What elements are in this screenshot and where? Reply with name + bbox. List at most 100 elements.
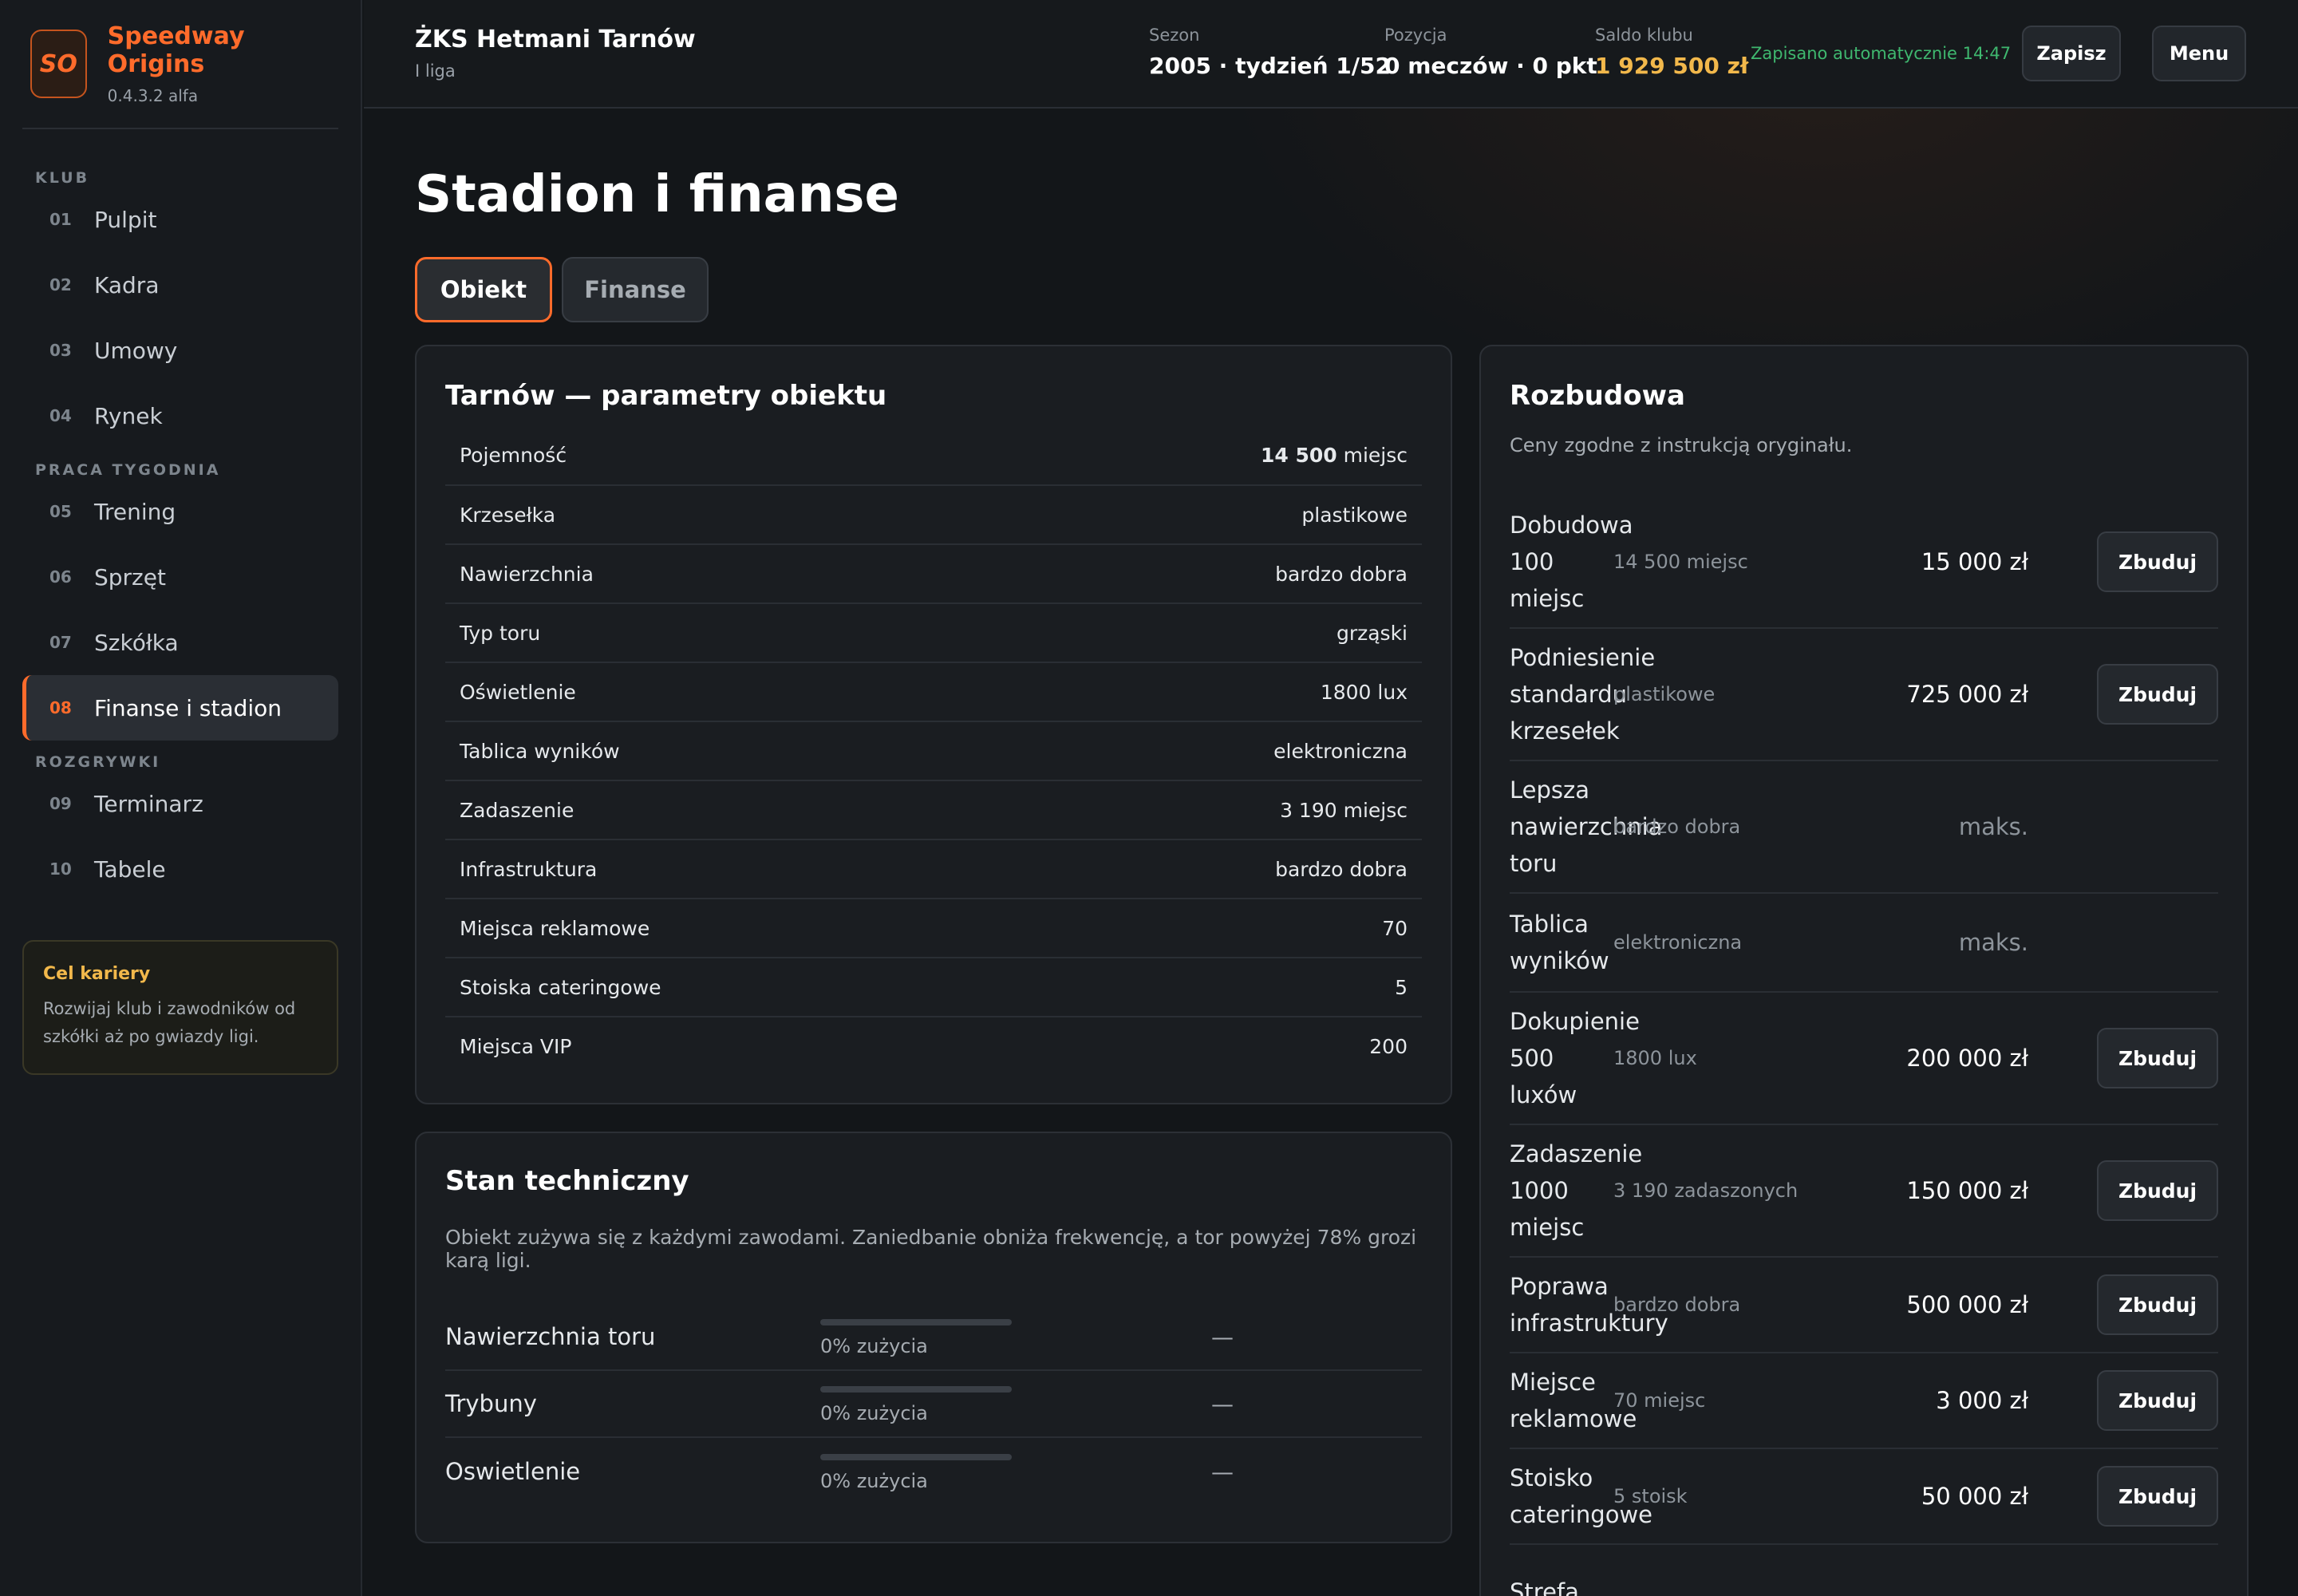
wear-bar [820, 1454, 1012, 1460]
sidebar-item-tabele[interactable]: 10 Tabele [22, 836, 338, 902]
param-value-text: 1800 lux [1320, 680, 1408, 704]
sidebar-item-number: 01 [49, 210, 72, 229]
param-value: 70 [999, 899, 1422, 958]
expansion-name: Dokupienie 500 luxów [1510, 1008, 1640, 1108]
expansion-row: Dokupienie 500 luxów 1800 lux 200 000 zł Zb… [1510, 993, 2218, 1125]
wear-bar [820, 1319, 1012, 1325]
param-value: elektroniczna [999, 721, 1422, 781]
param-label: Krzesełka [445, 485, 1000, 545]
params-row: Krzesełka plastikowe [445, 485, 1422, 545]
top-bar: ŻKS Hetmani Tarnów I liga Sezon 2005 · t… [364, 0, 2298, 109]
expansion-current: plastikowe [1613, 683, 1716, 705]
sidebar-item-number: 03 [49, 341, 72, 360]
build-button[interactable]: Zbuduj [2097, 1370, 2218, 1431]
career-goal-text: Rozwijaj klub i zawodników od szkółki aż… [43, 999, 296, 1046]
params-table: Pojemność 14 500 miejsc Krzesełka plastikow… [445, 426, 1422, 1076]
param-label: Oświetlenie [445, 662, 1000, 722]
menu-button[interactable]: Menu [2152, 26, 2246, 81]
param-label: Tablica wyników [445, 721, 1000, 781]
build-button[interactable]: Zbuduj [2097, 1028, 2218, 1088]
expansion-row: Strefa [1510, 1545, 2218, 1596]
params-row: Pojemność 14 500 miejsc [445, 426, 1422, 486]
club-info: ŻKS Hetmani Tarnów I liga [415, 26, 696, 81]
build-button[interactable]: Zbuduj [2097, 1160, 2218, 1221]
expansion-name: Podniesienie standardu krzesełek [1510, 644, 1656, 745]
sidebar-item-label: Kadra [94, 271, 160, 298]
expansion-price: 3 000 zł [1936, 1387, 2028, 1414]
sidebar-item-rynek[interactable]: 04 Rynek [22, 383, 338, 448]
wear-label: 0% zużycia [820, 1402, 928, 1424]
build-button[interactable]: Zbuduj [2097, 1466, 2218, 1527]
build-button[interactable]: Zbuduj [2097, 664, 2218, 725]
param-value: 3 190 miejsc [999, 780, 1422, 840]
technical-state-card: Stan techniczny Obiekt zużywa się z każd… [415, 1132, 1452, 1543]
save-button[interactable]: Zapisz [2022, 26, 2121, 81]
tab-obiekt[interactable]: Obiekt [415, 257, 552, 322]
sidebar-item-label: Tabele [94, 855, 166, 883]
sidebar-item-number: 05 [49, 502, 72, 521]
nav-section-label: KLUB [35, 169, 90, 187]
sidebar-item-sprzęt[interactable]: 06 Sprzęt [22, 544, 338, 610]
balance-value: 1 929 500 zł [1595, 53, 1749, 79]
params-row: Nawierzchnia bardzo dobra [445, 544, 1422, 604]
career-goal-box: Cel kariery Rozwijaj klub i zawodników o… [22, 940, 338, 1075]
expansion-current: 3 190 zadaszonych [1613, 1179, 1799, 1202]
sidebar-item-pulpit[interactable]: 01 Pulpit [22, 187, 338, 252]
build-button[interactable]: Zbuduj [2097, 1274, 2218, 1335]
expansion-current: bardzo dobra [1613, 816, 1741, 838]
sidebar-item-terminarz[interactable]: 09 Terminarz [22, 771, 338, 836]
param-value: 14 500 miejsc [999, 426, 1422, 486]
nav-section-label: PRACA TYGODNIA [35, 461, 221, 479]
param-value: 5 [999, 958, 1422, 1017]
tech-description: Obiekt zużywa się z każdymi zawodami. Za… [445, 1226, 1417, 1272]
param-value-text: bardzo dobra [1275, 857, 1408, 881]
params-row: Miejsca VIP 200 [445, 1017, 1422, 1076]
expansion-description: Ceny zgodne z instrukcją oryginału. [1510, 434, 1853, 456]
tech-row-name: Nawierzchnia toru [445, 1323, 656, 1350]
sidebar-item-label: Sprzęt [94, 563, 166, 591]
sidebar-item-number: 02 [49, 275, 72, 294]
sidebar-item-finanse-i-stadion[interactable]: 08 Finanse i stadion [22, 675, 338, 741]
expansion-current: 1800 lux [1613, 1047, 1697, 1069]
tech-row-action: — [1211, 1458, 1234, 1485]
sidebar-item-number: 06 [49, 567, 72, 587]
sidebar-item-umowy[interactable]: 03 Umowy [22, 318, 338, 383]
position-value: 0 meczów · 0 pkt [1384, 53, 1597, 79]
sidebar-nav: KLUB 01 Pulpit 02 Kadra 03 Umowy 04 Rynek PRACA T… [22, 150, 338, 902]
expansion-rows: Dobudowa 100 miejsc 14 500 miejsc 15 000 z… [1510, 496, 2218, 1596]
expansion-row: Stoisko cateringowe 5 stoisk 50 000 zł Zbud… [1510, 1449, 2218, 1545]
param-value-text: 5 [1395, 975, 1408, 999]
params-title: Tarnów — parametry obiektu [445, 380, 887, 412]
tab-finanse[interactable]: Finanse [562, 257, 709, 322]
brand-logo[interactable]: SO [30, 30, 87, 98]
sidebar-item-number: 10 [49, 859, 72, 879]
expansion-row: Podniesienie standardu krzesełek plastiko… [1510, 629, 2218, 761]
sidebar: SO Speedway Origins 0.4.3.2 alfa KLUB 01 P… [0, 0, 362, 1596]
sidebar-item-szkółka[interactable]: 07 Szkółka [22, 610, 338, 675]
position-label: Pozycja [1384, 26, 1447, 45]
param-value: bardzo dobra [999, 839, 1422, 899]
expansion-current: 70 miejsc [1613, 1389, 1706, 1412]
expansion-current: 14 500 miejsc [1613, 551, 1748, 573]
param-value: plastikowe [999, 485, 1422, 545]
wear-indicator: 0% zużycia [820, 1448, 1211, 1495]
expansion-name: Tablica wyników [1510, 911, 1609, 974]
param-label: Zadaszenie [445, 780, 1000, 840]
sidebar-item-kadra[interactable]: 02 Kadra [22, 252, 338, 318]
tech-row-name: Oswietlenie [445, 1458, 581, 1485]
balance-stat: Saldo klubu 1 929 500 zł [1595, 26, 1748, 79]
wear-indicator: 0% zużycia [820, 1380, 1211, 1428]
expansion-row: Lepsza nawierzchnia toru bardzo dobra maks… [1510, 761, 2218, 894]
expansion-row: Poprawa infrastruktury bardzo dobra 500 00… [1510, 1258, 2218, 1353]
param-value-number: 14 500 [1260, 444, 1337, 467]
param-label: Miejsca reklamowe [445, 899, 1000, 958]
wear-label: 0% zużycia [820, 1335, 928, 1357]
param-value-text: 200 [1369, 1035, 1408, 1058]
sidebar-item-label: Pulpit [94, 206, 157, 233]
sidebar-item-trening[interactable]: 05 Trening [22, 479, 338, 544]
expansion-current: elektroniczna [1613, 931, 1743, 954]
param-value-text: bardzo dobra [1275, 562, 1408, 586]
sidebar-item-label: Rynek [94, 402, 163, 429]
build-button[interactable]: Zbuduj [2097, 531, 2218, 592]
expansion-price: 500 000 zł [1906, 1291, 2028, 1318]
